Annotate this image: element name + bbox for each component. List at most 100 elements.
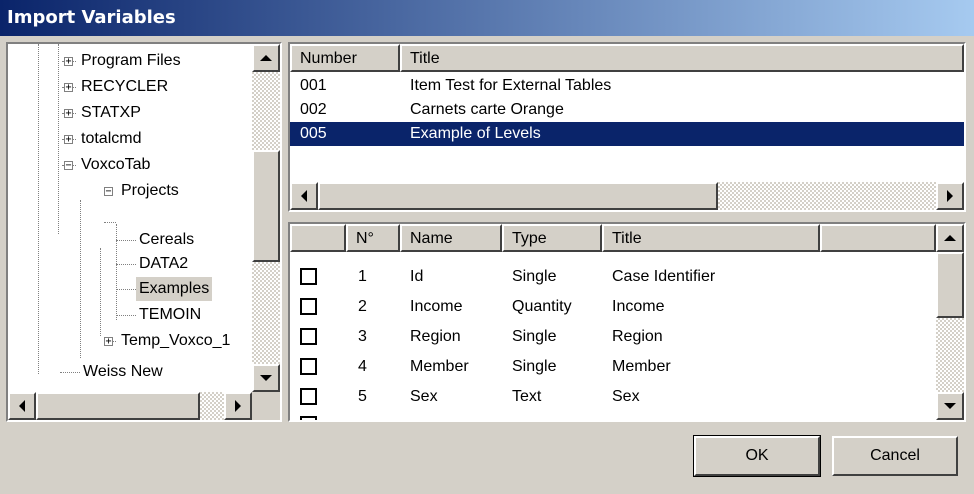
tables-list[interactable]: Number Title 001 Item Test for External …	[288, 42, 966, 212]
variable-row[interactable]: 4 Member Single Member	[290, 352, 936, 382]
tree-item-label: Projects	[121, 182, 179, 199]
variables-vertical-scrollbar[interactable]	[936, 224, 964, 420]
arrow-left-icon	[301, 190, 307, 202]
variable-row[interactable]: 3 Region Single Region	[290, 322, 936, 352]
variable-title: Sex	[612, 388, 640, 405]
variable-row[interactable]: 1 Id Single Case Identifier	[290, 262, 936, 292]
tree-item-projects[interactable]: − Projects	[8, 179, 248, 203]
column-header-number[interactable]: N°	[346, 224, 400, 252]
scroll-up-button[interactable]	[936, 224, 964, 252]
scroll-down-button[interactable]	[936, 392, 964, 420]
row-number: 002	[300, 101, 327, 118]
tree-item-voxcotab[interactable]: − VoxcoTab	[8, 153, 248, 177]
row-checkbox[interactable]	[300, 328, 317, 345]
table-row[interactable]: 002 Carnets carte Orange	[290, 98, 964, 122]
expand-icon[interactable]: +	[64, 109, 73, 119]
scroll-down-button[interactable]	[252, 364, 280, 392]
scroll-right-button[interactable]	[936, 182, 964, 210]
cancel-button[interactable]: Cancel	[832, 436, 958, 476]
arrow-right-icon	[235, 400, 241, 412]
row-title: Item Test for External Tables	[410, 77, 612, 94]
tree-item-label: Examples	[136, 277, 213, 301]
variable-title: Member	[612, 358, 671, 375]
variable-name: Region	[410, 328, 461, 345]
arrow-down-icon	[944, 403, 956, 409]
variable-title: Region	[612, 328, 663, 345]
tree-item-statxp[interactable]: + STATXP	[8, 101, 248, 125]
row-checkbox[interactable]	[300, 388, 317, 405]
tree-item-program-files[interactable]: + Program Files	[8, 49, 248, 73]
row-title: Example of Levels	[410, 125, 541, 142]
tree-item-cereals[interactable]: Cereals	[8, 228, 248, 252]
row-checkbox[interactable]	[300, 358, 317, 375]
column-header-check[interactable]	[290, 224, 346, 252]
tree-item-weiss-new[interactable]: Weiss New	[8, 360, 248, 384]
expand-icon[interactable]: +	[64, 135, 73, 145]
column-header-title[interactable]: Title	[400, 44, 964, 72]
tree-item-label: STATXP	[81, 104, 141, 121]
variable-name: Id	[410, 268, 424, 285]
arrow-left-icon	[19, 400, 25, 412]
tree-vertical-scrollbar[interactable]	[252, 44, 280, 392]
row-checkbox[interactable]	[300, 268, 317, 285]
scroll-thumb[interactable]	[318, 182, 718, 210]
arrow-up-icon	[944, 235, 956, 241]
table-row-selected[interactable]: 005 Example of Levels	[290, 122, 964, 146]
expand-icon[interactable]: +	[104, 337, 113, 347]
tree-item-temp-voxco[interactable]: + Temp_Voxco_1	[8, 329, 248, 353]
expand-icon[interactable]: +	[64, 83, 73, 93]
folder-tree[interactable]: + Program Files + RECYCLER + STATXP + to…	[6, 42, 282, 422]
table-row[interactable]: 001 Item Test for External Tables	[290, 74, 964, 98]
variable-number: 1	[358, 268, 367, 285]
scroll-thumb[interactable]	[36, 392, 200, 420]
tree-item-recycler[interactable]: + RECYCLER	[8, 75, 248, 99]
variable-type: Single	[512, 268, 557, 285]
tree-item-label: DATA2	[139, 255, 189, 272]
column-header-number[interactable]: Number	[290, 44, 400, 72]
row-checkbox[interactable]	[300, 416, 317, 420]
variable-number: 5	[358, 388, 367, 405]
variable-type: Text	[512, 388, 542, 405]
tree-item-label: totalcmd	[81, 130, 142, 147]
tree-item-data2[interactable]: DATA2	[8, 252, 248, 276]
collapse-icon[interactable]: −	[64, 161, 73, 171]
expand-icon[interactable]: +	[64, 57, 73, 67]
variable-type: Quantity	[512, 298, 572, 315]
collapse-icon[interactable]: −	[104, 187, 113, 197]
scroll-thumb[interactable]	[936, 252, 964, 318]
variable-row-partial[interactable]	[290, 412, 936, 420]
row-number: 005	[300, 125, 327, 142]
tree-item-label: Temp_Voxco_1	[121, 332, 231, 349]
column-header-empty[interactable]	[820, 224, 936, 252]
ok-button[interactable]: OK	[693, 435, 821, 477]
scroll-up-button[interactable]	[252, 44, 280, 72]
tree-item-examples[interactable]: Examples	[8, 277, 248, 301]
variable-row[interactable]: 2 Income Quantity Income	[290, 292, 936, 322]
tree-item-label: Weiss New	[83, 363, 163, 380]
row-checkbox[interactable]	[300, 298, 317, 315]
column-header-title[interactable]: Title	[602, 224, 820, 252]
column-header-type[interactable]: Type	[502, 224, 602, 252]
arrow-down-icon	[260, 375, 272, 381]
variable-number: 3	[358, 328, 367, 345]
row-title: Carnets carte Orange	[410, 101, 564, 118]
tree-horizontal-scrollbar[interactable]	[8, 392, 252, 420]
tables-horizontal-scrollbar[interactable]	[290, 182, 964, 210]
scroll-right-button[interactable]	[224, 392, 252, 420]
scroll-left-button[interactable]	[8, 392, 36, 420]
tree-item-temoin[interactable]: TEMOIN	[8, 303, 248, 327]
window-title: Import Variables	[7, 7, 176, 28]
scroll-left-button[interactable]	[290, 182, 318, 210]
arrow-up-icon	[260, 55, 272, 61]
variable-name: Income	[410, 298, 463, 315]
variables-list[interactable]: N° Name Type Title 1 Id Single Case Iden…	[288, 222, 966, 422]
tree-item-totalcmd[interactable]: + totalcmd	[8, 127, 248, 151]
column-header-name[interactable]: Name	[400, 224, 502, 252]
tree-item-label: TEMOIN	[139, 306, 202, 323]
scroll-corner	[252, 392, 280, 420]
variable-row[interactable]: 5 Sex Text Sex	[290, 382, 936, 412]
tree-item-label: Program Files	[81, 52, 181, 69]
scroll-thumb[interactable]	[252, 150, 280, 262]
tree-item-label: Cereals	[139, 231, 195, 248]
tree-item-label: RECYCLER	[81, 78, 169, 95]
